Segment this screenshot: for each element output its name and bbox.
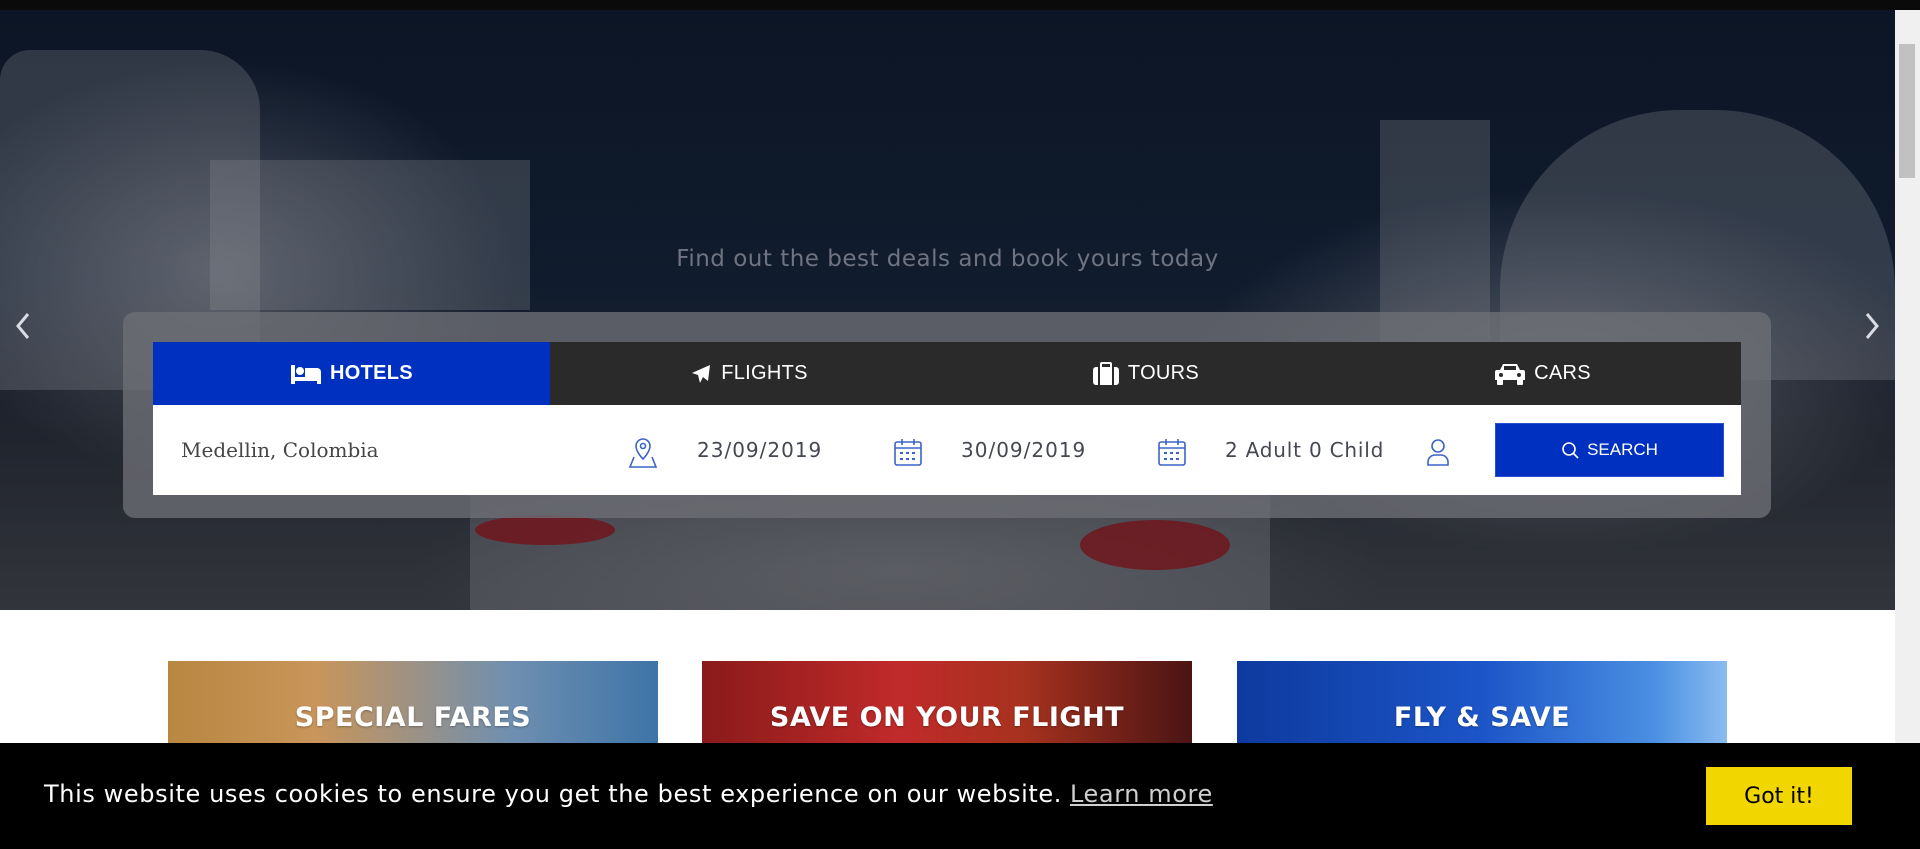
tab-flights[interactable]: FLIGHTS: [550, 342, 947, 405]
hero-tagline: Find out the best deals and book yours t…: [676, 246, 1219, 272]
promo-card-special-fares[interactable]: SPECIAL FARES: [168, 661, 658, 751]
promo-card-fly-and-save[interactable]: FLY & SAVE: [1237, 661, 1727, 751]
location-field[interactable]: Medellin, Colombia: [181, 405, 611, 495]
search-button[interactable]: SEARCH: [1495, 423, 1724, 477]
cookie-banner: This website uses cookies to ensure you …: [0, 743, 1920, 849]
cookie-accept-button[interactable]: Got it!: [1706, 767, 1852, 825]
bed-icon: [290, 363, 322, 385]
search-form: Medellin, Colombia 23/09/2019 30/09/2019…: [153, 405, 1741, 495]
promo-card-save-on-flight[interactable]: SAVE ON YOUR FLIGHT: [702, 661, 1192, 751]
top-strip: [0, 0, 1920, 10]
chevron-left-icon: [16, 313, 30, 339]
hero-banner: Find out the best deals and book yours t…: [0, 10, 1895, 610]
promo-title: SAVE ON YOUR FLIGHT: [769, 702, 1125, 733]
cookie-message-text: This website uses cookies to ensure you …: [44, 780, 1062, 808]
user-icon: [1425, 437, 1451, 471]
tab-tours[interactable]: TOURS: [947, 342, 1344, 405]
learn-more-link[interactable]: Learn more: [1070, 780, 1213, 808]
promo-title: SPECIAL FARES: [294, 702, 532, 733]
hero-overlay: [0, 10, 1895, 610]
suitcase-icon: [1092, 361, 1120, 386]
car-icon: [1494, 362, 1526, 386]
calendar-icon: [1157, 437, 1187, 471]
checkin-date-field[interactable]: 23/09/2019: [697, 405, 847, 495]
carousel-prev-button[interactable]: [8, 310, 38, 350]
search-panel: HOTELS FLIGHTS TOURS CARS Medellin, Colo…: [123, 312, 1771, 518]
scrollbar-thumb[interactable]: [1899, 44, 1915, 178]
checkout-date-field[interactable]: 30/09/2019: [961, 405, 1111, 495]
tab-label: FLIGHTS: [721, 362, 808, 384]
search-icon: [1561, 441, 1579, 459]
guests-field[interactable]: 2 Adult 0 Child: [1225, 405, 1395, 495]
tab-cars[interactable]: CARS: [1344, 342, 1741, 405]
promo-title: FLY & SAVE: [1393, 702, 1571, 733]
chevron-right-icon: [1865, 313, 1879, 339]
cookie-message: This website uses cookies to ensure you …: [44, 780, 1213, 808]
tab-hotels[interactable]: HOTELS: [153, 342, 550, 405]
plane-icon: [689, 362, 713, 386]
tab-label: CARS: [1534, 362, 1591, 384]
search-tabs: HOTELS FLIGHTS TOURS CARS: [153, 342, 1741, 405]
page: Find out the best deals and book yours t…: [0, 0, 1920, 849]
search-button-label: SEARCH: [1587, 440, 1658, 459]
map-pin-icon: [628, 437, 658, 473]
calendar-icon: [893, 437, 923, 471]
tab-label: HOTELS: [330, 362, 413, 384]
carousel-next-button[interactable]: [1857, 310, 1887, 350]
tab-label: TOURS: [1127, 362, 1200, 384]
